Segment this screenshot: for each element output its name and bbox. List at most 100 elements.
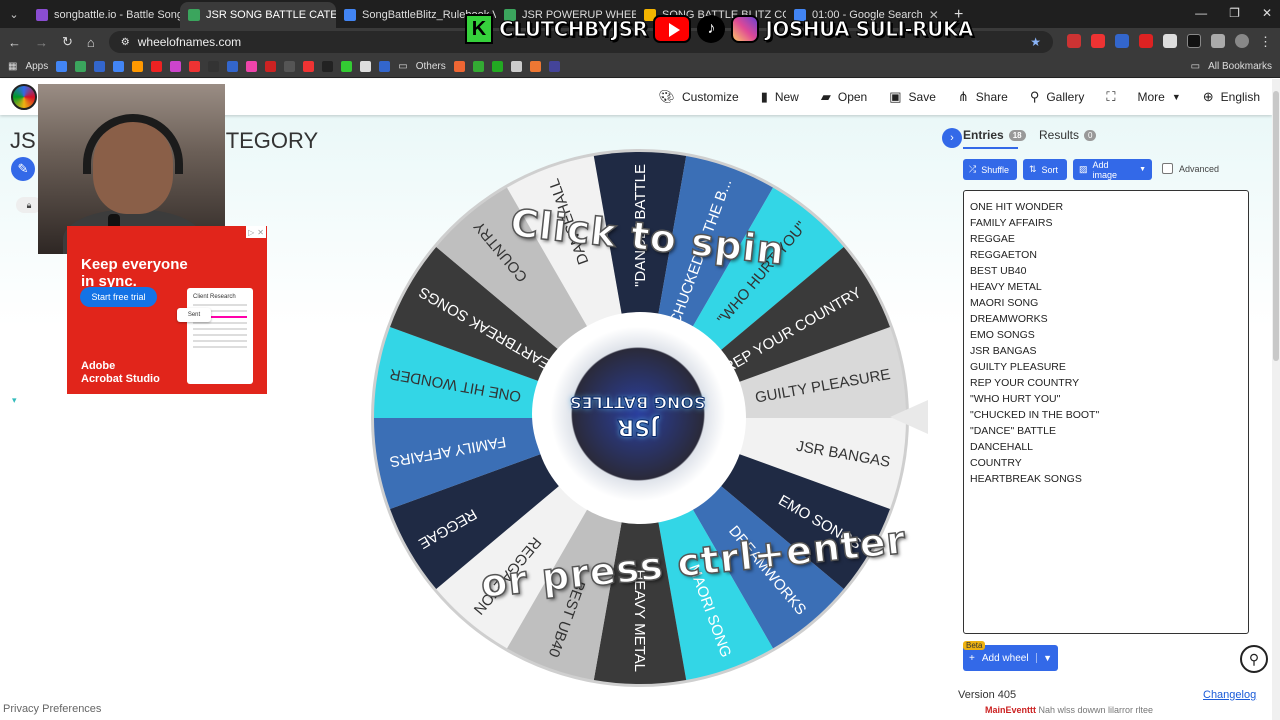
bookmark-icon[interactable] xyxy=(170,61,182,72)
bookmark-icon[interactable] xyxy=(510,61,522,72)
home-icon[interactable]: ⌂ xyxy=(87,35,95,50)
bookmark-icon[interactable] xyxy=(75,61,87,72)
bookmark-icon[interactable] xyxy=(472,61,484,72)
scrollbar-thumb[interactable] xyxy=(1273,91,1279,361)
entry-line[interactable]: REP YOUR COUNTRY xyxy=(970,375,1242,391)
apps-grid-icon[interactable]: ▦ xyxy=(8,61,17,72)
wheel-logo-icon[interactable] xyxy=(11,84,37,110)
entry-line[interactable]: "DANCE" BATTLE xyxy=(970,423,1242,439)
bookmark-icon[interactable] xyxy=(151,61,163,72)
bookmark-others[interactable]: Others xyxy=(416,61,446,72)
chevron-down-icon[interactable]: ▼ xyxy=(1036,653,1052,663)
menu-open[interactable]: ▰ Open xyxy=(821,89,867,105)
bookmark-icon[interactable] xyxy=(94,61,106,72)
forward-icon[interactable]: → xyxy=(35,35,48,50)
sort-button[interactable]: ⇅ Sort xyxy=(1023,159,1067,180)
ad-cta-button[interactable]: Start free trial xyxy=(80,287,157,307)
bookmark-icon[interactable] xyxy=(379,61,391,72)
browser-tab[interactable]: songbattle.io - Battle Songs ag ✕ xyxy=(28,2,180,28)
bookmark-icon[interactable] xyxy=(303,61,315,72)
ad-info-icon[interactable]: ▾ xyxy=(12,395,17,406)
extension-icon[interactable] xyxy=(1091,34,1105,48)
entry-line[interactable]: "WHO HURT YOU" xyxy=(970,391,1242,407)
menu-gallery[interactable]: ⚲ Gallery xyxy=(1030,89,1085,105)
menu-share[interactable]: ⋔ Share xyxy=(958,89,1008,105)
entry-line[interactable]: HEARTBREAK SONGS xyxy=(970,471,1242,487)
bookmark-icon[interactable] xyxy=(548,61,560,72)
extension-icon[interactable] xyxy=(1115,34,1129,48)
bookmark-icon[interactable] xyxy=(56,61,68,72)
bookmark-icon[interactable] xyxy=(341,61,353,72)
bookmark-icon[interactable] xyxy=(360,61,372,72)
entry-line[interactable]: REGGAE xyxy=(970,231,1242,247)
entry-line[interactable]: BEST UB40 xyxy=(970,263,1242,279)
extension-icon[interactable] xyxy=(1067,34,1081,48)
bookmark-all[interactable]: All Bookmarks xyxy=(1208,61,1272,72)
menu-language[interactable]: ⊕ English xyxy=(1203,89,1260,105)
entry-line[interactable]: GUILTY PLEASURE xyxy=(970,359,1242,375)
entries-textarea[interactable]: ONE HIT WONDER FAMILY AFFAIRS REGGAE REGGAE… xyxy=(963,190,1249,634)
entry-line[interactable]: FAMILY AFFAIRS xyxy=(970,215,1242,231)
bookmark-icon[interactable] xyxy=(322,61,334,72)
browser-menu-icon[interactable]: ⋮ xyxy=(1259,34,1272,50)
entry-line[interactable]: HEAVY METAL xyxy=(970,279,1242,295)
bookmark-apps[interactable]: Apps xyxy=(25,61,48,72)
site-info-icon[interactable]: ⚙ xyxy=(121,37,130,48)
restore-icon[interactable]: ❐ xyxy=(1229,6,1240,20)
shuffle-button[interactable]: ⤮ Shuffle xyxy=(963,159,1017,180)
bookmark-icon[interactable] xyxy=(529,61,541,72)
page-scrollbar[interactable] xyxy=(1272,79,1280,720)
minimize-icon[interactable]: — xyxy=(1195,6,1207,20)
add-image-button[interactable]: ▨ Add image ▼ xyxy=(1073,159,1152,180)
tab-label: Results xyxy=(1039,128,1080,142)
menu-fullscreen[interactable]: ⛶ xyxy=(1106,89,1115,105)
bookmark-icon[interactable] xyxy=(491,61,503,72)
back-icon[interactable]: ← xyxy=(8,35,21,50)
zoom-search-button[interactable]: ⚲ xyxy=(1240,645,1268,673)
menu-save[interactable]: ▣ Save xyxy=(889,89,936,105)
advanced-checkbox[interactable] xyxy=(1162,163,1173,174)
browser-tab-active[interactable]: JSR SONG BATTLE CATEGORY ✕ xyxy=(180,2,336,28)
menu-more[interactable]: More ▼ xyxy=(1137,90,1180,104)
tab-search-button[interactable]: ⌄ xyxy=(0,8,28,21)
reload-icon[interactable]: ↻ xyxy=(62,34,73,50)
bookmark-icon[interactable] xyxy=(208,61,220,72)
entry-line[interactable]: ONE HIT WONDER xyxy=(970,199,1242,215)
collapse-panel-button[interactable]: › xyxy=(942,128,962,148)
bookmark-icon[interactable] xyxy=(227,61,239,72)
entry-line[interactable]: "CHUCKED IN THE BOOT" xyxy=(970,407,1242,423)
entry-line[interactable]: JSR BANGAS xyxy=(970,343,1242,359)
wheel-center-logo[interactable]: JSR SONG BATTLES xyxy=(532,314,744,514)
menu-customize[interactable]: 🎨︎ Customize xyxy=(658,89,738,105)
menu-new[interactable]: ▮ New xyxy=(761,89,799,105)
tab-results[interactable]: Results 0 xyxy=(1039,128,1097,142)
advanced-toggle[interactable]: Advanced xyxy=(1162,163,1219,174)
profile-avatar-icon[interactable] xyxy=(1235,34,1249,48)
bookmark-icon[interactable] xyxy=(453,61,465,72)
entry-line[interactable]: DANCEHALL xyxy=(970,439,1242,455)
entry-line[interactable]: MAORI SONG xyxy=(970,295,1242,311)
entry-line[interactable]: COUNTRY xyxy=(970,455,1242,471)
privacy-preferences-link[interactable]: Privacy Preferences xyxy=(3,703,101,715)
bookmark-icon[interactable] xyxy=(265,61,277,72)
advertisement[interactable]: Keep everyone in sync. Start free trial … xyxy=(67,226,267,394)
bookmark-icon[interactable] xyxy=(132,61,144,72)
entry-line[interactable]: DREAMWORKS xyxy=(970,311,1242,327)
bookmark-icon[interactable] xyxy=(284,61,296,72)
extension-icon[interactable] xyxy=(1163,34,1177,48)
bookmark-icon[interactable] xyxy=(189,61,201,72)
bookmark-icon[interactable] xyxy=(246,61,258,72)
changelog-link[interactable]: Changelog xyxy=(1203,689,1256,701)
entry-line[interactable]: REGGAETON xyxy=(970,247,1242,263)
entry-line[interactable]: EMO SONGS xyxy=(970,327,1242,343)
extension-icon[interactable] xyxy=(1139,34,1153,48)
close-window-icon[interactable]: ✕ xyxy=(1262,6,1272,20)
extensions-puzzle-icon[interactable] xyxy=(1211,34,1225,48)
bookmark-icon[interactable] xyxy=(113,61,125,72)
extension-icon[interactable] xyxy=(1187,34,1201,48)
ad-close-button[interactable]: ▷ ✕ xyxy=(246,226,266,238)
chevron-down-icon: ▼ xyxy=(1139,166,1146,173)
tab-entries[interactable]: Entries 18 xyxy=(963,128,1026,142)
edit-title-button[interactable]: ✎ xyxy=(11,157,35,181)
bookmark-star-icon[interactable]: ★ xyxy=(1030,35,1041,49)
